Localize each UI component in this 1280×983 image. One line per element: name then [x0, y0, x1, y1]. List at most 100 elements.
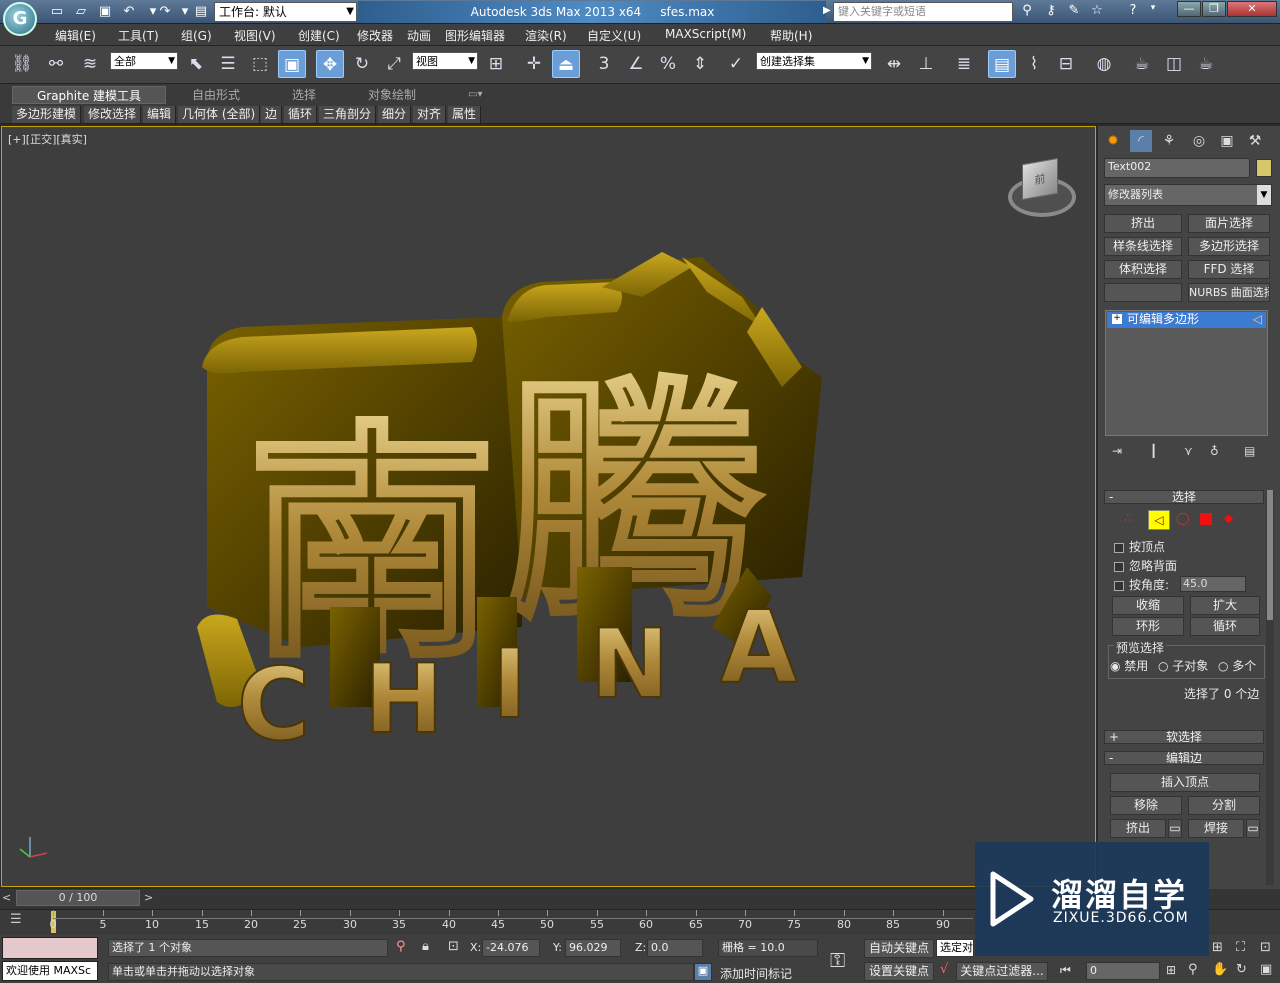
pin-stack-icon[interactable]: ⇥ — [1112, 444, 1122, 458]
schematic-view-icon[interactable]: ⊟ — [1052, 50, 1080, 78]
make-unique-icon[interactable]: ⋎ — [1184, 444, 1193, 458]
app-logo[interactable]: G — [3, 2, 37, 36]
link-icon[interactable]: ⛓ — [8, 50, 36, 78]
configure-sets-icon[interactable]: ▤ — [1244, 444, 1255, 458]
tab-selection[interactable]: 选择 — [286, 86, 322, 104]
expand-plus-icon[interactable]: + — [1112, 314, 1122, 324]
align-icon[interactable]: ⊥ — [912, 50, 940, 78]
select-by-name-icon[interactable]: ☰ — [214, 50, 242, 78]
subtab-geometry[interactable]: 几何体 (全部) — [178, 106, 261, 123]
extrude-settings-icon[interactable]: ▭ — [1168, 819, 1182, 838]
motion-tab-icon[interactable]: ◎ — [1188, 130, 1210, 152]
pivot-center-icon[interactable]: ⊞ — [482, 50, 510, 78]
communication-icon[interactable]: ✎ — [1065, 3, 1083, 21]
zoom-icon[interactable]: ⚲ — [1188, 962, 1198, 977]
subtab-properties[interactable]: 属性 — [448, 106, 482, 123]
absolute-mode-icon[interactable]: ⊡ — [448, 939, 459, 954]
prev-frame-icon[interactable]: < — [2, 891, 11, 904]
insert-vertex-button[interactable]: 插入顶点 — [1110, 773, 1260, 792]
help-dropdown-icon[interactable]: ▾ — [1144, 3, 1162, 21]
undo-icon[interactable]: ↶ — [120, 3, 138, 21]
orbit-icon[interactable]: ↻ — [1236, 962, 1247, 977]
spinner-snap-icon[interactable]: ⇕ — [686, 50, 714, 78]
preview-multi-radio[interactable]: ○ 多个 — [1218, 657, 1256, 674]
maximize-button[interactable]: ❐ — [1202, 1, 1226, 17]
tab-freeform[interactable]: 自由形式 — [186, 86, 246, 104]
curve-editor-icon[interactable]: ⌇ — [1020, 50, 1048, 78]
add-time-tag-label[interactable]: 添加时间标记 — [720, 965, 792, 982]
perspective-viewport[interactable]: [+][正交][真实] 南 腾 C H I N A 前 — [1, 126, 1096, 887]
set-key-button[interactable]: 设置关键点 — [864, 962, 934, 981]
search-input[interactable]: 键入关键字或短语 — [833, 2, 1013, 22]
mod-nurbs-select-button[interactable]: NURBS 曲面选择 — [1188, 283, 1270, 302]
render-setup-icon[interactable]: ☕ — [1128, 50, 1156, 78]
set-key-icon[interactable]: ⚿ — [830, 948, 845, 972]
object-name-field[interactable]: Text002 — [1104, 158, 1250, 178]
subtab-tris[interactable]: 三角剖分 — [319, 106, 377, 123]
display-tab-icon[interactable]: ▣ — [1216, 130, 1238, 152]
object-color-swatch[interactable] — [1256, 159, 1272, 177]
select-object-icon[interactable]: ⬉ — [182, 50, 210, 78]
favorites-star-icon[interactable]: ☆ — [1088, 3, 1106, 21]
minimize-button[interactable]: — — [1177, 1, 1201, 17]
ignore-backface-checkbox[interactable]: 忽略背面 — [1114, 557, 1177, 574]
show-end-result-icon[interactable]: ┃ — [1150, 444, 1157, 458]
subtab-loops[interactable]: 循环 — [284, 106, 318, 123]
extrude-edge-button[interactable]: 挤出 — [1110, 819, 1166, 838]
preview-subobj-radio[interactable]: ○ 子对象 — [1158, 657, 1208, 674]
reference-coord-select[interactable]: 视图 ▼ — [412, 52, 478, 70]
mod-poly-select-button[interactable]: 多边形选择 — [1188, 237, 1270, 256]
subtab-edit[interactable]: 编辑 — [143, 106, 177, 123]
loop-button[interactable]: 循环 — [1190, 617, 1260, 636]
workspace-select[interactable]: 工作台: 默认 ▼ — [214, 2, 357, 22]
time-tag-icon[interactable]: ▣ — [694, 963, 712, 981]
save-icon[interactable]: ▣ — [96, 3, 114, 21]
preview-off-radio[interactable]: ◉ 禁用 — [1110, 657, 1148, 674]
maximize-viewport-icon[interactable]: ⊡ — [1260, 940, 1271, 955]
hierarchy-tab-icon[interactable]: ⚘ — [1158, 130, 1180, 152]
auto-key-button[interactable]: 自动关键点 — [864, 939, 934, 958]
viewcube-icon[interactable]: 前 — [1022, 157, 1058, 201]
bind-space-warp-icon[interactable]: ≋ — [76, 50, 104, 78]
modifier-stack[interactable] — [1105, 310, 1268, 436]
edge-mode-icon[interactable]: ◁ — [1148, 510, 1170, 530]
mod-spline-select-button[interactable]: 样条线选择 — [1104, 237, 1182, 256]
polygon-mode-icon[interactable] — [1200, 513, 1212, 525]
utilities-tab-icon[interactable]: ⚒ — [1244, 130, 1266, 152]
menu-rendering[interactable]: 渲染(R) — [525, 27, 567, 44]
pan-hand-icon[interactable]: ✋ — [1212, 962, 1228, 977]
selected-filter-select[interactable]: 选定对 — [936, 939, 974, 957]
maximize-toggle-icon[interactable]: ▣ — [1260, 962, 1272, 977]
welcome-text-field[interactable]: 欢迎使用 MAXSc — [2, 961, 98, 981]
keyboard-shortcut-icon[interactable]: ⏏ — [552, 50, 580, 78]
key-filters-button[interactable]: 关键点过滤器... — [956, 962, 1048, 981]
angle-snap-icon[interactable]: ∠ — [622, 50, 650, 78]
material-editor-icon[interactable]: ◍ — [1090, 50, 1118, 78]
snaps-toggle-icon[interactable]: 3 — [590, 50, 618, 78]
selection-filter-select[interactable]: 全部 ▼ — [110, 52, 178, 70]
mod-patch-select-button[interactable]: 面片选择 — [1188, 214, 1270, 233]
render-teapot-icon[interactable]: ☕ — [1192, 50, 1220, 78]
subscription-icon[interactable]: ⚷ — [1042, 3, 1060, 21]
remove-modifier-icon[interactable]: ♁ — [1210, 444, 1219, 458]
menu-group[interactable]: 组(G) — [181, 27, 212, 44]
layer-manager-icon[interactable]: ≣ — [950, 50, 978, 78]
rendered-frame-icon[interactable]: ◫ — [1160, 50, 1188, 78]
ribbon-options-icon[interactable]: ▭▾ — [462, 86, 488, 104]
menu-create[interactable]: 创建(C) — [298, 27, 340, 44]
stack-item-editable-poly[interactable]: + 可编辑多边形 ◁ — [1107, 312, 1266, 328]
search-expand-icon[interactable]: ▶ — [823, 5, 831, 16]
field-of-view-icon[interactable]: ⛶ — [1236, 940, 1245, 955]
mini-curve-editor-icon[interactable]: ☰ — [10, 912, 34, 930]
help-icon[interactable]: ? — [1124, 3, 1142, 21]
mod-empty-button[interactable] — [1104, 283, 1182, 302]
menu-modifiers[interactable]: 修改器 — [357, 27, 393, 44]
element-mode-icon[interactable]: ◆ — [1224, 511, 1233, 525]
y-coord-field[interactable]: 96.029 — [565, 939, 621, 957]
next-frame-icon[interactable]: > — [144, 891, 153, 904]
remove-button[interactable]: 移除 — [1110, 796, 1182, 815]
subtab-poly-modeling[interactable]: 多边形建模 — [12, 106, 82, 123]
subtab-modify-selection[interactable]: 修改选择 — [84, 106, 142, 123]
maxscript-listener-mini[interactable] — [2, 937, 98, 959]
modifier-list-select[interactable]: 修改器列表 ▼ — [1104, 184, 1272, 206]
